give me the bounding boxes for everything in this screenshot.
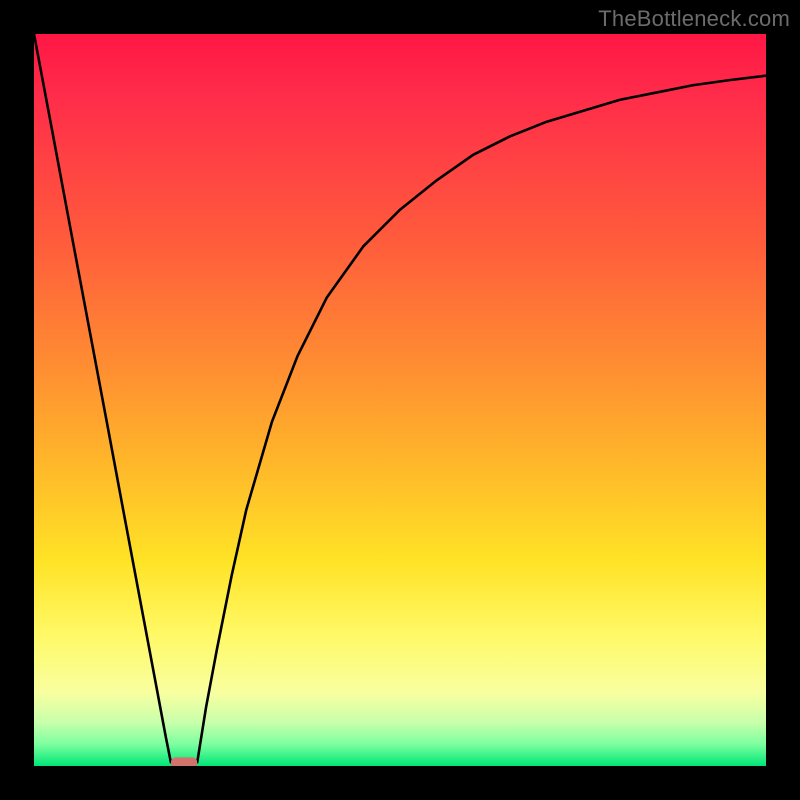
bottom-marker: [171, 757, 197, 766]
plot-area: [34, 34, 766, 766]
chart-frame: TheBottleneck.com: [0, 0, 800, 800]
chart-svg: [34, 34, 766, 766]
watermark-text: TheBottleneck.com: [598, 6, 790, 32]
curve-left-branch: [34, 34, 171, 762]
curve-right-branch: [197, 76, 766, 763]
curve-group: [34, 34, 766, 766]
